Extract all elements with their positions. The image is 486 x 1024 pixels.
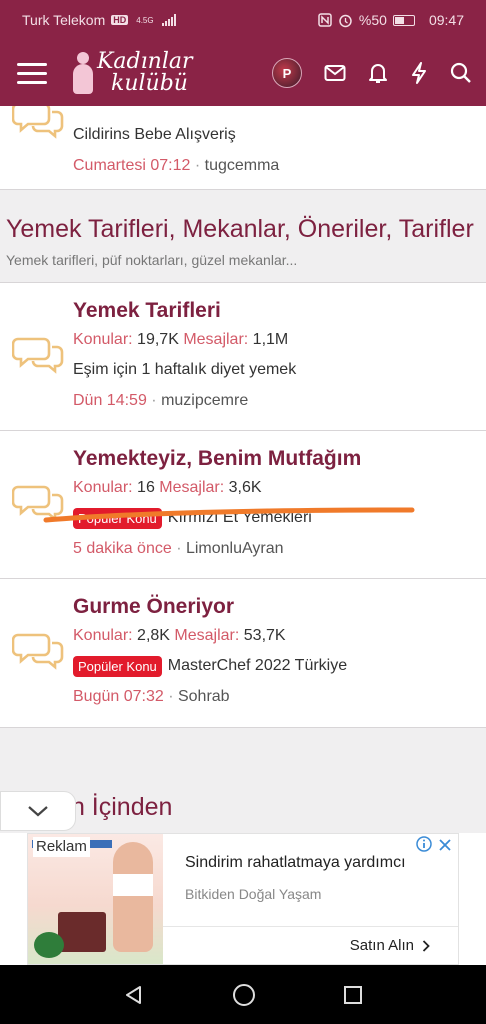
last-post-time[interactable]: Bugün 07:32 — [73, 688, 164, 705]
ad-label: Reklam — [33, 837, 90, 857]
category-nodes: Yemek Tarifleri Konular: 19,7K Mesajlar:… — [0, 282, 486, 728]
back-icon[interactable] — [123, 984, 145, 1006]
partial-node-block: Cildirins Bebe Alışveriş Cumartesi 07:12… — [0, 106, 486, 190]
last-post-meta: 5 dakika önce · LimonluAyran — [73, 540, 284, 557]
clock: 09:47 — [428, 12, 464, 28]
next-category-title[interactable]: ın İçinden — [64, 793, 172, 822]
battery-percent: %50 — [358, 12, 387, 28]
forum-node[interactable]: Yemekteyiz, Benim Mutfağım Konular: 16 M… — [0, 431, 486, 579]
message-count: 53,7K — [243, 627, 286, 644]
popular-badge: Popüler Konu — [73, 507, 162, 529]
info-icon[interactable] — [416, 836, 432, 852]
last-thread-title[interactable]: Cildirins Bebe Alışveriş — [73, 124, 468, 146]
category-title[interactable]: Yemek Tarifleri, Mekanlar, Öneriler, Tar… — [6, 210, 480, 248]
last-post-user[interactable]: LimonluAyran — [186, 540, 284, 557]
chat-bubbles-icon — [12, 337, 64, 374]
site-logo[interactable]: Kadınlar kulübü — [71, 50, 193, 96]
battery-icon — [392, 14, 415, 26]
last-thread-title[interactable]: Popüler Konu MasterChef 2022 Türkiye — [73, 655, 468, 677]
category-header: Yemek Tarifleri, Mekanlar, Öneriler, Tar… — [0, 194, 486, 282]
hd-badge: HD — [111, 15, 129, 25]
avatar[interactable]: P — [272, 58, 302, 88]
recents-icon[interactable] — [343, 985, 363, 1005]
app-header: Kadınlar kulübü P — [0, 40, 486, 106]
forum-list: Cildirins Bebe Alışveriş Cumartesi 07:12… — [0, 106, 486, 833]
category-description: Yemek tarifleri, püf noktarları, güzel m… — [6, 252, 298, 268]
last-post-meta: Cumartesi 07:12 · tugcemma — [73, 157, 280, 174]
status-bar: Turk Telekom HD 4.5G %50 09:47 — [0, 0, 486, 40]
chat-bubbles-icon — [12, 485, 64, 522]
ad-advertiser: Bitkiden Doğal Yaşam — [185, 886, 322, 902]
last-post-meta: Dün 14:59 · muzipcemre — [73, 392, 249, 409]
node-stats: Konular: 2,8K Mesajlar: 53,7K — [73, 627, 286, 644]
ad-cta-button[interactable]: Satın Alın — [350, 937, 430, 954]
node-stats: Konular: 19,7K Mesajlar: 1,1M — [73, 331, 289, 348]
logo-text-line2: kulübü — [111, 71, 188, 96]
thread-count: 16 — [137, 479, 155, 496]
network-label: 4.5G — [136, 15, 154, 25]
alarm-icon — [339, 14, 352, 27]
search-icon[interactable] — [450, 62, 472, 84]
chat-bubbles-icon — [12, 106, 64, 139]
signal-icon — [161, 14, 176, 26]
node-title[interactable]: Yemekteyiz, Benim Mutfağım — [73, 445, 468, 473]
thread-count: 2,8K — [137, 627, 170, 644]
last-thread-title[interactable]: Popüler Konu Kırmızı Et Yemekleri — [73, 507, 468, 529]
thread-count: 19,7K — [137, 331, 179, 348]
home-icon[interactable] — [232, 983, 256, 1007]
message-count: 3,6K — [228, 479, 262, 496]
bell-icon[interactable] — [368, 62, 388, 84]
inbox-icon[interactable] — [324, 64, 346, 82]
last-post-user[interactable]: Sohrab — [178, 688, 230, 705]
node-title[interactable]: Yemek Tarifleri — [73, 297, 468, 325]
node-title[interactable]: Gurme Öneriyor — [73, 593, 468, 621]
last-post-time[interactable]: Dün 14:59 — [73, 392, 147, 409]
last-thread-title[interactable]: Eşim için 1 haftalık diyet yemek — [73, 359, 468, 381]
logo-text-line1: Kadınlar — [97, 49, 193, 74]
collapse-button[interactable] — [0, 791, 76, 831]
last-post-user[interactable]: tugcemma — [205, 157, 280, 174]
lightning-icon[interactable] — [410, 62, 428, 84]
system-nav-bar — [0, 965, 486, 1024]
last-post-time[interactable]: Cumartesi 07:12 — [73, 157, 190, 174]
popular-badge: Popüler Konu — [73, 655, 162, 677]
chat-bubbles-icon — [12, 633, 64, 670]
forum-node[interactable]: Gurme Öneriyor Konular: 2,8K Mesajlar: 5… — [0, 579, 486, 727]
chevron-right-icon — [422, 939, 430, 952]
last-post-time[interactable]: 5 dakika önce — [73, 540, 172, 557]
ad-banner[interactable]: Reklam Sindirim rahatlatmaya yardımcı Bi… — [0, 833, 486, 965]
logo-figure-icon — [71, 50, 95, 96]
forum-node-partial[interactable]: Cildirins Bebe Alışveriş Cumartesi 07:12… — [0, 106, 486, 189]
ad-headline[interactable]: Sindirim rahatlatmaya yardımcı — [185, 854, 406, 872]
forum-node[interactable]: Yemek Tarifleri Konular: 19,7K Mesajlar:… — [0, 283, 486, 431]
carrier-label: Turk Telekom — [22, 12, 106, 28]
message-count: 1,1M — [252, 331, 289, 348]
chevron-down-icon — [28, 806, 48, 817]
node-stats: Konular: 16 Mesajlar: 3,6K — [73, 479, 262, 496]
last-post-meta: Bugün 07:32 · Sohrab — [73, 688, 230, 705]
last-post-user[interactable]: muzipcemre — [161, 392, 248, 409]
nfc-icon — [318, 13, 332, 27]
close-icon[interactable] — [438, 838, 452, 852]
menu-icon[interactable] — [17, 62, 47, 84]
